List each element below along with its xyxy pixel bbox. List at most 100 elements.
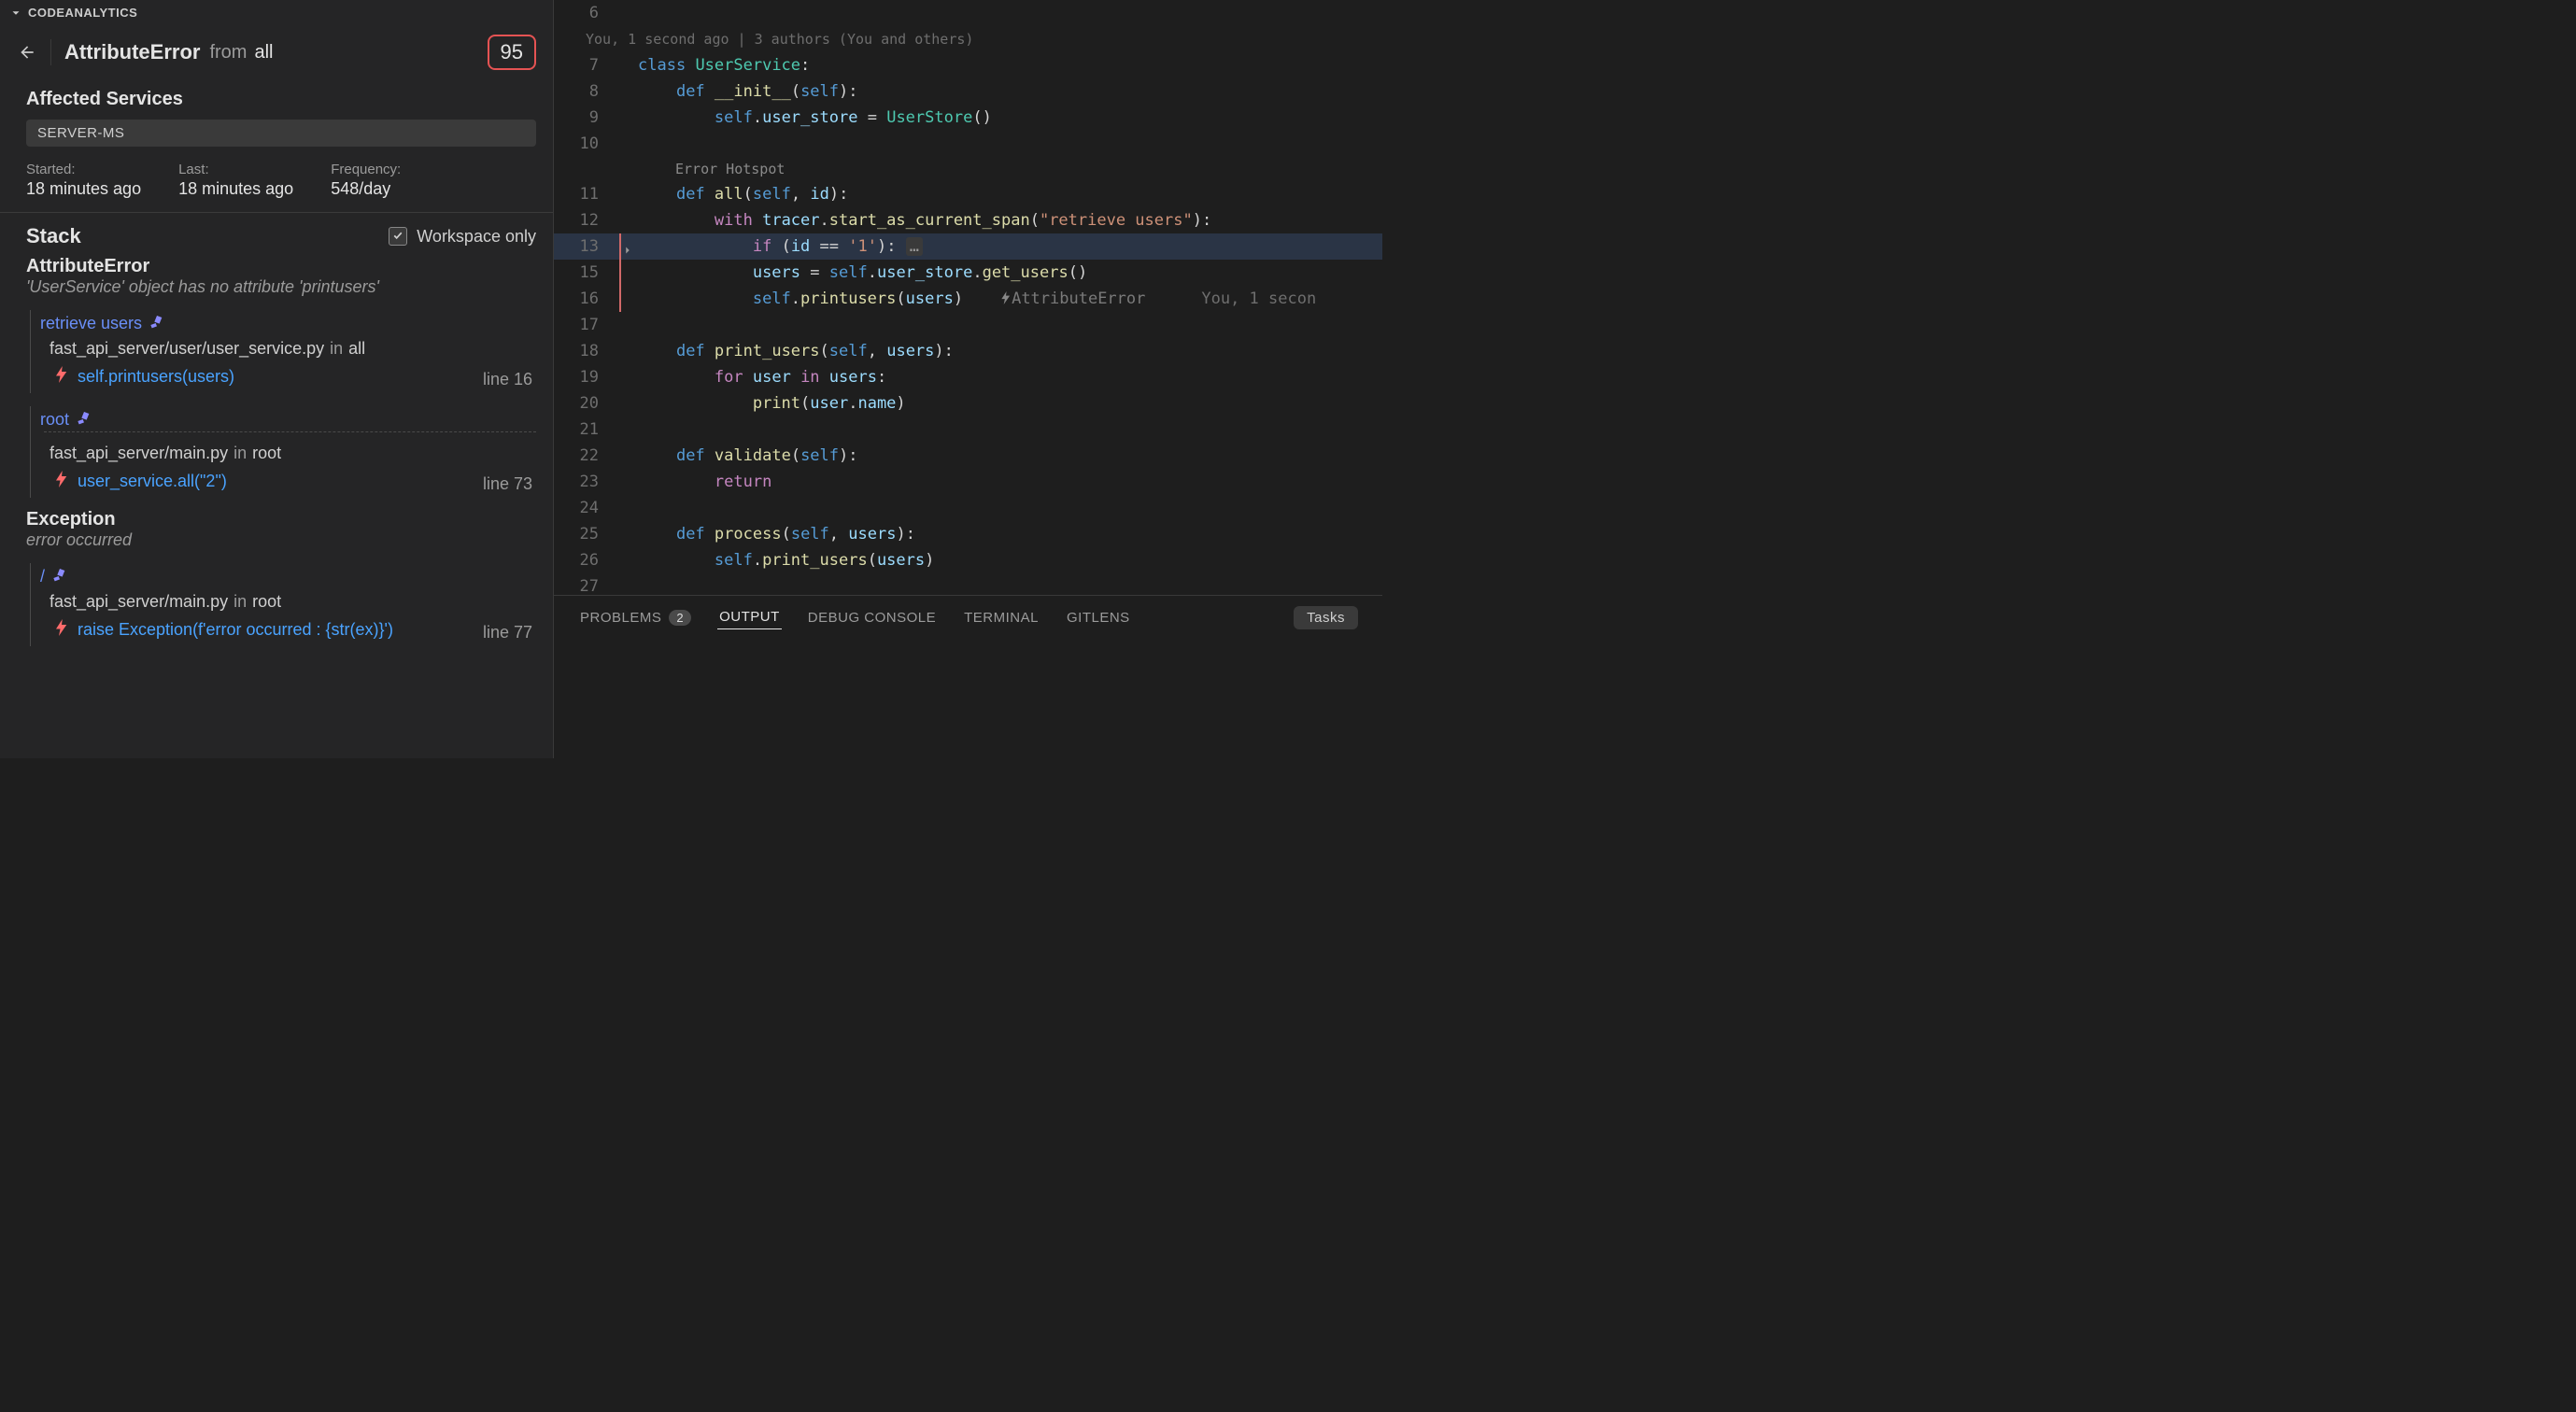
stack-frame[interactable]: / fast_api_server/main.py in root raise … (30, 563, 536, 646)
stack-frame[interactable]: retrieve users fast_api_server/user/user… (30, 310, 536, 393)
workspace-only-toggle[interactable]: Workspace only (389, 227, 536, 247)
meta-frequency: Frequency: 548/day (331, 162, 401, 199)
tab-problems[interactable]: PROBLEMS 2 (578, 606, 693, 629)
code-line[interactable]: def process(self, users): (629, 521, 915, 547)
panel-title: CODEANALYTICS (28, 6, 137, 20)
code-line[interactable]: for user in users: (629, 364, 886, 390)
title-divider (50, 39, 51, 65)
code-line[interactable]: print(user.name) (629, 390, 906, 417)
line-number: 20 (554, 390, 612, 417)
tab-output-label: OUTPUT (719, 609, 780, 625)
tab-tasks-label: Tasks (1307, 610, 1345, 626)
line-number: 18 (554, 338, 612, 364)
last-label: Last: (178, 162, 293, 177)
meta-started: Started: 18 minutes ago (26, 162, 141, 199)
code-line[interactable]: users = self.user_store.get_users() (629, 260, 1087, 286)
line-number: 6 (554, 0, 612, 26)
frame-in: in (330, 339, 343, 359)
panel-tabs: PROBLEMS 2 OUTPUT DEBUG CONSOLE TERMINAL… (554, 596, 1382, 639)
line-number: 7 (554, 52, 612, 78)
frame-source-fn: root (252, 444, 281, 463)
bolt-icon (55, 366, 68, 388)
line-number: 12 (554, 207, 612, 233)
frame-line-number: line 77 (483, 623, 532, 642)
error-hotspot-label: Error Hotspot (629, 157, 785, 181)
tab-debug-console[interactable]: DEBUG CONSOLE (806, 606, 938, 629)
error-title-row: AttributeError from all 95 (0, 25, 553, 81)
line-number: 13 (554, 233, 612, 260)
code-line[interactable]: self.user_store = UserStore() (629, 105, 992, 131)
checkbox-icon (389, 227, 407, 246)
stack-frame[interactable]: root fast_api_server/main.py in root use… (30, 406, 536, 498)
stack-error-name: AttributeError (0, 254, 553, 277)
panel-header[interactable]: CODEANALYTICS (0, 0, 553, 25)
frequency-label: Frequency: (331, 162, 401, 177)
line-number: 24 (554, 495, 612, 521)
code-line[interactable]: def validate(self): (629, 443, 858, 469)
tab-gitlens[interactable]: GITLENS (1065, 606, 1132, 629)
tab-problems-label: PROBLEMS (580, 610, 661, 626)
error-count-badge: 95 (488, 35, 536, 70)
line-number: 10 (554, 131, 612, 157)
code-line[interactable]: self.print_users(users) (629, 547, 934, 573)
tab-terminal-label: TERMINAL (964, 610, 1039, 626)
frame-code[interactable]: raise Exception(f'error occurred : {str(… (78, 620, 393, 640)
code-line[interactable]: def __init__(self): (629, 78, 858, 105)
stack-error-message: 'UserService' object has no attribute 'p… (0, 277, 553, 306)
frame-span-name[interactable]: retrieve users (40, 314, 142, 333)
code-line[interactable]: def all(self, id): (629, 181, 848, 207)
fold-indicator[interactable]: … (906, 237, 923, 256)
code-line[interactable]: with tracer.start_as_current_span("retri… (629, 207, 1211, 233)
line-number: 11 (554, 181, 612, 207)
service-chip[interactable]: SERVER-MS (26, 120, 536, 147)
frame-source-path: fast_api_server/user/user_service.py (50, 339, 324, 359)
meta-last: Last: 18 minutes ago (178, 162, 293, 199)
line-number: 23 (554, 469, 612, 495)
frame-code[interactable]: user_service.all("2") (78, 472, 227, 491)
frame-line-number: line 16 (483, 370, 532, 389)
started-value: 18 minutes ago (26, 179, 141, 199)
line-number: 22 (554, 443, 612, 469)
frame-span-name[interactable]: root (40, 410, 69, 430)
tab-gitlens-label: GITLENS (1067, 610, 1130, 626)
editor-area: 6 You, 1 second ago | 3 authors (You and… (554, 0, 1382, 758)
code-editor[interactable]: 6 You, 1 second ago | 3 authors (You and… (554, 0, 1382, 595)
codeanalytics-panel: CODEANALYTICS AttributeError from all 95… (0, 0, 554, 758)
line-number: 21 (554, 417, 612, 443)
tab-output[interactable]: OUTPUT (717, 605, 782, 629)
code-line[interactable]: return (629, 469, 771, 495)
frame-span-name[interactable]: / (40, 567, 45, 586)
exception-heading: Exception (0, 507, 553, 530)
code-line[interactable]: def print_users(self, users): (629, 338, 954, 364)
frame-source-fn: root (252, 592, 281, 612)
inline-error-hint[interactable]: AttributeError (1012, 289, 1145, 308)
workspace-only-label: Workspace only (417, 227, 536, 247)
bolt-icon (55, 471, 68, 492)
code-line[interactable]: self.printusers(users)AttributeErrorYou,… (629, 286, 1316, 312)
frame-in: in (234, 592, 247, 612)
line-number: 17 (554, 312, 612, 338)
line-number: 27 (554, 573, 612, 595)
line-number: 9 (554, 105, 612, 131)
from-value: all (254, 42, 273, 64)
meta-row: Started: 18 minutes ago Last: 18 minutes… (0, 158, 553, 213)
frame-code[interactable]: self.printusers(users) (78, 367, 234, 387)
stack-heading: Stack (26, 224, 81, 248)
line-number: 19 (554, 364, 612, 390)
code-line[interactable]: class UserService: (629, 52, 810, 78)
frequency-value: 548/day (331, 179, 401, 199)
code-line[interactable]: if (id == '1'): … (629, 233, 923, 260)
frame-source-path: fast_api_server/main.py (50, 444, 228, 463)
last-value: 18 minutes ago (178, 179, 293, 199)
telescope-icon (52, 567, 67, 586)
bolt-icon (55, 619, 68, 641)
inline-blame: You, 1 secon (1201, 289, 1316, 308)
bottom-panel: PROBLEMS 2 OUTPUT DEBUG CONSOLE TERMINAL… (554, 595, 1382, 758)
frame-source-path: fast_api_server/main.py (50, 592, 228, 612)
started-label: Started: (26, 162, 141, 177)
tab-terminal[interactable]: TERMINAL (962, 606, 1040, 629)
tab-tasks[interactable]: Tasks (1294, 606, 1358, 629)
git-blame-annotation: You, 1 second ago | 3 authors (You and o… (554, 26, 1382, 52)
back-button[interactable] (17, 42, 37, 63)
from-label: from (209, 42, 247, 64)
